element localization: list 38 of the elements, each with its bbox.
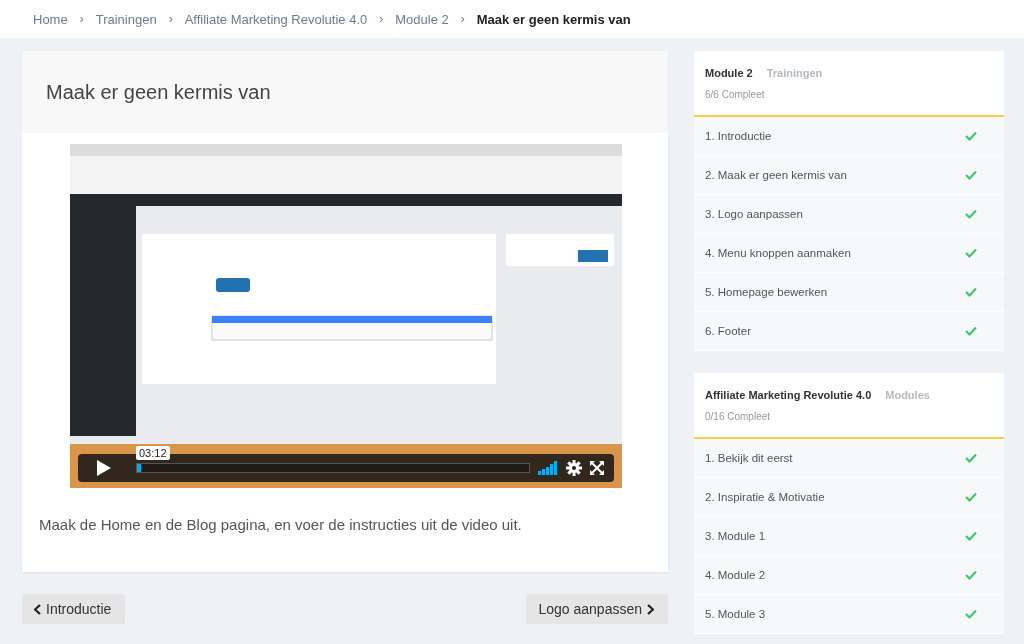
chevron-left-icon (34, 603, 41, 615)
progress-text: 0/16 Compleet (705, 410, 772, 422)
breadcrumb-link[interactable]: Home (33, 11, 68, 27)
lesson-link[interactable]: 5. Module 3 (705, 608, 766, 620)
breadcrumb-separator: › (79, 12, 84, 26)
breadcrumb-link[interactable]: Trainingen (95, 11, 157, 27)
course-subtitle: Trainingen (766, 66, 823, 79)
lesson-link[interactable]: 4. Menu knoppen aanmaken (705, 247, 851, 259)
lesson-link[interactable]: 2. Maak er geen kermis van (705, 169, 847, 181)
lesson-link[interactable]: 6. Footer (705, 325, 752, 337)
breadcrumb-separator: › (379, 12, 384, 26)
breadcrumb-current: Maak er geen kermis van (476, 11, 631, 27)
progress-text: 6/6 Compleet (705, 88, 766, 100)
play-button[interactable] (78, 454, 130, 482)
previous-lesson-button[interactable]: Introductie (22, 594, 126, 624)
course-subtitle: Modules (885, 388, 930, 401)
breadcrumb-separator: › (460, 12, 465, 26)
chevron-right-icon (647, 603, 654, 615)
settings-icon[interactable] (566, 460, 582, 476)
lesson-link[interactable]: 4. Module 2 (705, 569, 766, 581)
play-icon (96, 459, 112, 477)
lesson-link[interactable]: 3. Logo aanpassen (705, 208, 803, 220)
volume-icon[interactable] (538, 461, 558, 475)
lesson-link[interactable]: 1. Bekijk dit eerst (705, 452, 793, 464)
lesson-title: Maak er geen kermis van (22, 51, 668, 133)
video-timestamp: 03:12 (136, 446, 170, 460)
lesson-link[interactable]: 1. Introductie (705, 130, 772, 142)
course-title: Module 2 (705, 66, 753, 79)
lesson-description: Maak de Home en de Blog pagina, en voer de instructies uit de video uit. (38, 515, 523, 535)
next-lesson-button[interactable]: Logo aanpassen (526, 594, 668, 624)
lesson-link[interactable]: 5. Homepage bewerken (705, 286, 828, 298)
lesson-link[interactable]: 3. Module 1 (705, 530, 766, 542)
fullscreen-icon[interactable] (590, 461, 604, 475)
breadcrumb-link[interactable]: Affiliate Marketing Revolutie 4.0 (184, 11, 368, 27)
lesson-link[interactable]: 2. Inspiratie & Motivatie (705, 491, 825, 503)
breadcrumb-separator: › (168, 12, 173, 26)
course-title: Affiliate Marketing Revolutie 4.0 (705, 388, 872, 401)
breadcrumb-link[interactable]: Module 2 (395, 11, 449, 27)
